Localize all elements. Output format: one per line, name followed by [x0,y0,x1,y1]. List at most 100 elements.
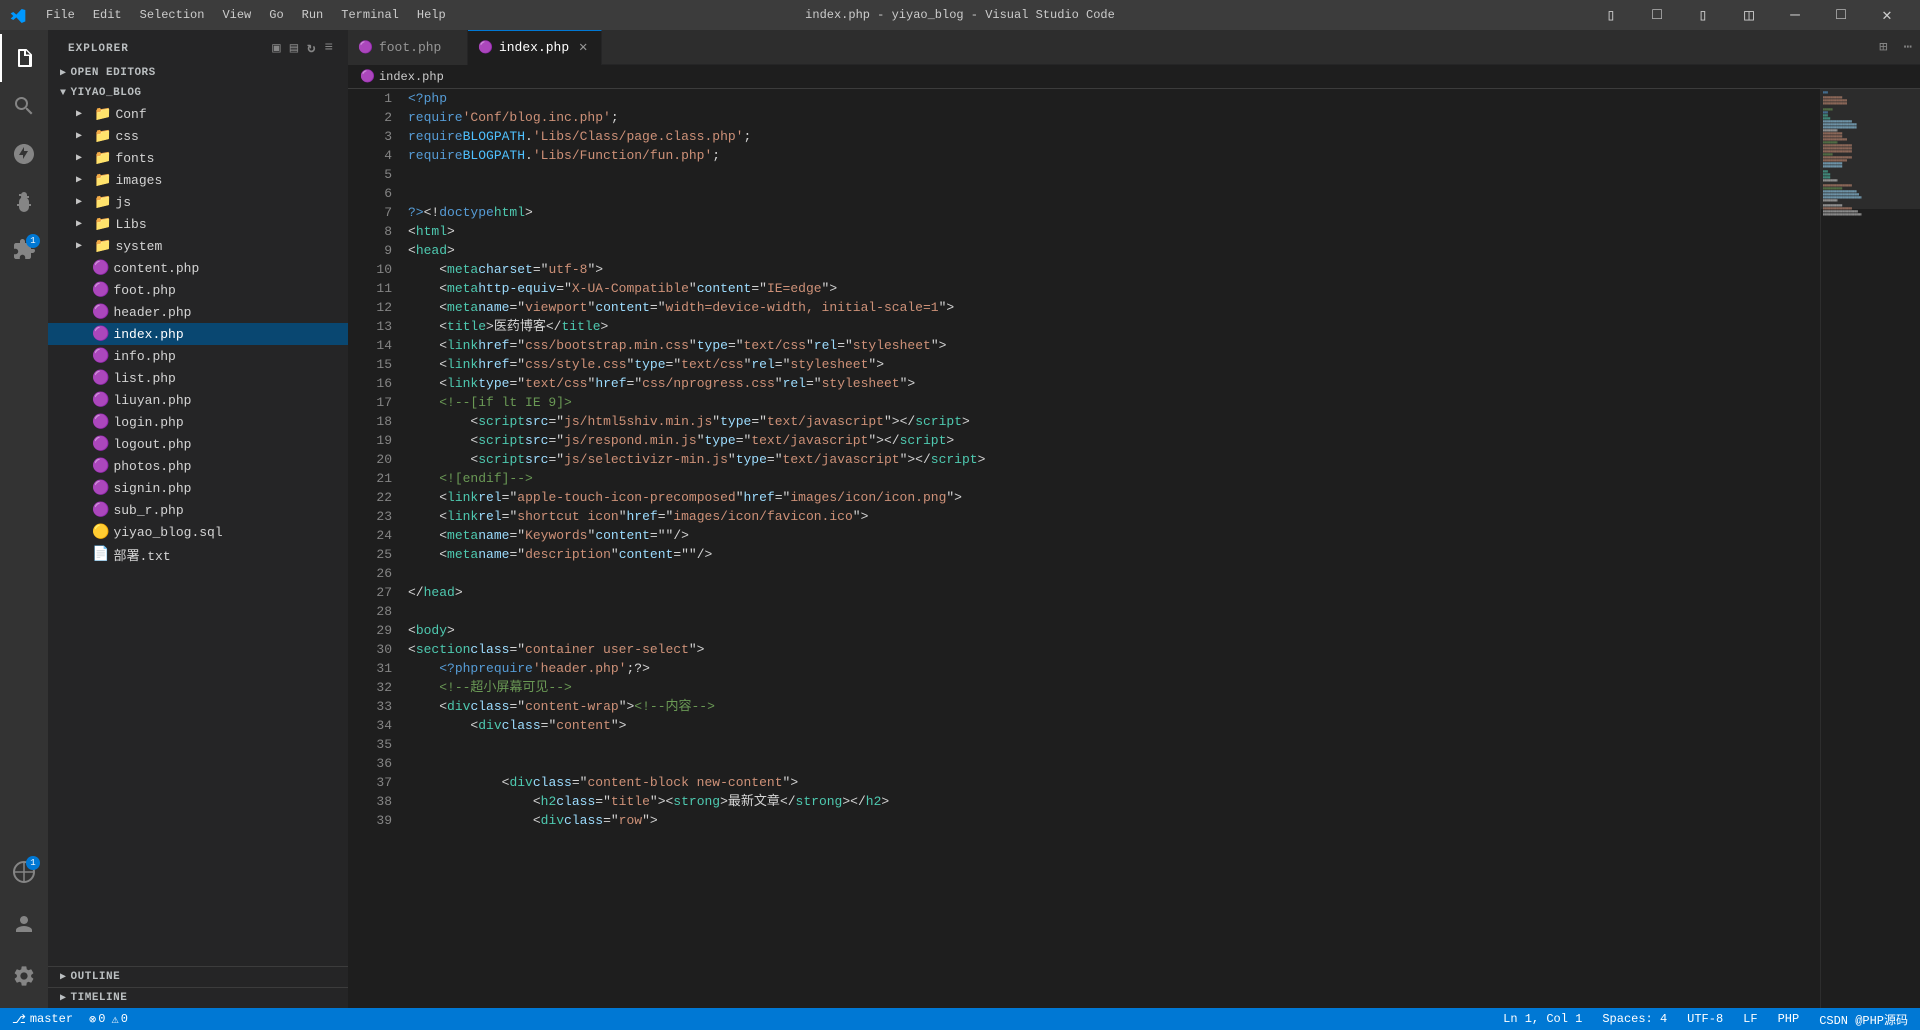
code-line-33: <div class="content-wrap"><!--内容--> [408,697,1812,716]
menu-selection[interactable]: Selection [132,6,213,24]
refresh-icon[interactable]: ↻ [305,38,318,59]
file-login[interactable]: 🟣 login.php [48,411,348,433]
layout-icon-1[interactable]: ▯ [1588,0,1634,30]
editor-layout-icon[interactable]: ⊞ [1871,30,1895,65]
minimap: ████ ████████████████ ██████████████████… [1820,89,1920,1008]
language-item[interactable]: PHP [1774,1008,1804,1030]
sidebar-bottom: ▶ OUTLINE ▶ TIMELINE [48,966,348,1008]
cursor-position-item[interactable]: Ln 1, Col 1 [1499,1008,1586,1030]
menu-view[interactable]: View [214,6,259,24]
code-line-22: <link rel="apple-touch-icon-precomposed"… [408,488,1812,507]
file-index[interactable]: 🟣 index.php [48,323,348,345]
php-icon: 🟣 [92,348,109,365]
outline-arrow: ▶ [60,971,67,983]
outline-label: OUTLINE [71,971,121,983]
tab-close-button[interactable]: ✕ [575,40,591,56]
file-header[interactable]: 🟣 header.php [48,301,348,323]
new-folder-icon[interactable]: ▤ [288,38,301,59]
timeline-label: TIMELINE [71,992,128,1004]
php-icon: 🟣 [92,260,109,277]
spaces-item[interactable]: Spaces: 4 [1598,1008,1671,1030]
folder-icon: 📁 [94,106,111,123]
git-branch-item[interactable]: ⎇ master [8,1008,77,1030]
folder-fonts[interactable]: ▶ 📁 fonts [48,147,348,169]
file-signin[interactable]: 🟣 signin.php [48,477,348,499]
search-icon [12,94,36,118]
activity-git[interactable] [0,130,48,178]
ln-14: 14 [352,336,392,355]
menu-help[interactable]: Help [409,6,454,24]
code-line-39: <div class="row"> [408,811,1812,830]
errors-item[interactable]: ⊗ 0 ⚠ 0 [85,1008,132,1030]
file-logout[interactable]: 🟣 logout.php [48,433,348,455]
file-list[interactable]: 🟣 list.php [48,367,348,389]
close-button[interactable]: ✕ [1864,0,1910,30]
activity-remote[interactable]: 1 [0,848,48,896]
activity-search[interactable] [0,82,48,130]
folder-conf[interactable]: ▶ 📁 Conf [48,103,348,125]
project-section[interactable]: ▼ YIYAO_BLOG [48,83,348,103]
activity-debug[interactable] [0,178,48,226]
code-line-20: <script src="js/selectivizr-min.js" type… [408,450,1812,469]
folder-system[interactable]: ▶ 📁 system [48,235,348,257]
code-line-6 [408,184,1812,203]
collapse-icon[interactable]: ≡ [323,38,336,59]
code-line-11: <meta http-equiv="X-UA-Compatible" conte… [408,279,1812,298]
code-line-2: require 'Conf/blog.inc.php'; [408,108,1812,127]
php-icon: 🟣 [92,304,109,321]
file-deploy[interactable]: 📄 部署.txt [48,543,348,565]
line-ending-item[interactable]: LF [1739,1008,1761,1030]
maximize-button[interactable]: □ [1818,0,1864,30]
activity-settings[interactable] [0,952,48,1000]
encoding-item[interactable]: UTF-8 [1683,1008,1727,1030]
ln-34: 34 [352,716,392,735]
code-line-37: <div class="content-block new-content"> [408,773,1812,792]
file-content[interactable]: 🟣 content.php [48,257,348,279]
activity-extensions[interactable]: 1 [0,226,48,274]
file-photos[interactable]: 🟣 photos.php [48,455,348,477]
activity-explorer[interactable] [0,34,48,82]
status-left: ⎇ master ⊗ 0 ⚠ 0 [8,1008,132,1030]
file-sql[interactable]: 🟡 yiyao_blog.sql [48,521,348,543]
folder-arrow: ▶ [76,174,92,186]
folder-js[interactable]: ▶ 📁 js [48,191,348,213]
php-icon: 🟣 [92,436,109,453]
ln-38: 38 [352,792,392,811]
new-file-icon[interactable]: ▣ [270,38,283,59]
layout-icon-3[interactable]: ▯ [1680,0,1726,30]
breadcrumb-file: index.php [379,70,444,84]
activity-account[interactable] [0,900,48,948]
menu-run[interactable]: Run [294,6,332,24]
csdn-item[interactable]: CSDN @PHP源码 [1815,1008,1912,1030]
open-editors-section[interactable]: ▶ OPEN EDITORS [48,63,348,83]
menu-go[interactable]: Go [261,6,291,24]
ln-18: 18 [352,412,392,431]
layout-icon-4[interactable]: ◫ [1726,0,1772,30]
menu-terminal[interactable]: Terminal [333,6,407,24]
code-line-15: <link href="css/style.css" type="text/cs… [408,355,1812,374]
file-label: list.php [113,371,175,386]
code-editor[interactable]: <?php require 'Conf/blog.inc.php'; requi… [400,89,1820,1008]
timeline-title[interactable]: ▶ TIMELINE [48,988,348,1008]
folder-icon: 📁 [94,172,111,189]
ln-36: 36 [352,754,392,773]
file-foot[interactable]: 🟣 foot.php [48,279,348,301]
outline-title[interactable]: ▶ OUTLINE [48,967,348,987]
tab-foot[interactable]: 🟣 foot.php [348,30,468,65]
ln-24: 24 [352,526,392,545]
file-info[interactable]: 🟣 info.php [48,345,348,367]
minimize-button[interactable]: ― [1772,0,1818,30]
file-sub-r[interactable]: 🟣 sub_r.php [48,499,348,521]
file-liuyan[interactable]: 🟣 liuyan.php [48,389,348,411]
open-editors-label: OPEN EDITORS [71,67,156,79]
folder-images[interactable]: ▶ 📁 images [48,169,348,191]
folder-css[interactable]: ▶ 📁 css [48,125,348,147]
sql-icon: 🟡 [92,524,109,541]
folder-libs[interactable]: ▶ 📁 Libs [48,213,348,235]
layout-icon-2[interactable]: □ [1634,0,1680,30]
menu-edit[interactable]: Edit [85,6,130,24]
editor-more-icon[interactable]: ⋯ [1896,30,1920,65]
menu-file[interactable]: File [38,6,83,24]
tab-index[interactable]: 🟣 index.php ✕ [468,30,602,65]
warnings-count: 0 [121,1012,128,1026]
